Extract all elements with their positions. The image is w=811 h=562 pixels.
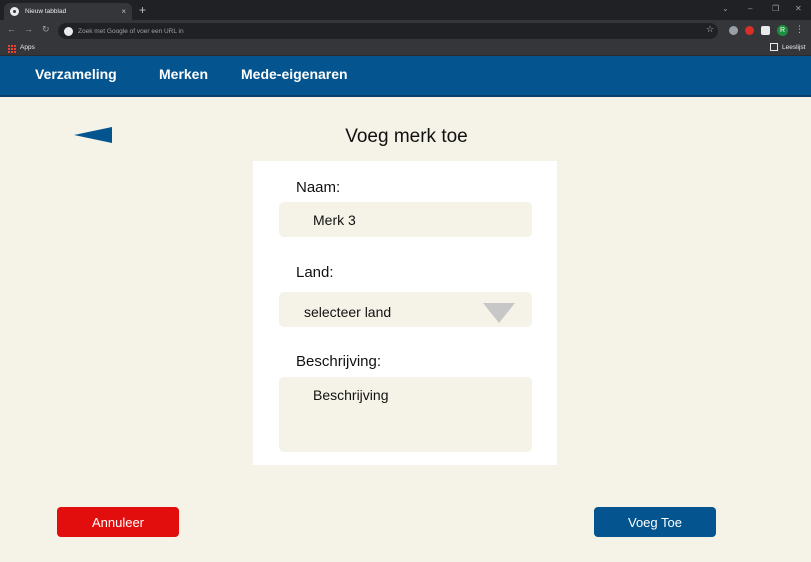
- country-select-value: selecteer land: [304, 304, 392, 320]
- name-input-value: Merk 3: [313, 212, 356, 228]
- name-label: Naam:: [296, 179, 341, 196]
- browser-toolbar: ← → ↻ Zoek met Google of voer een URL in…: [0, 20, 811, 42]
- description-textarea[interactable]: Beschrijving: [279, 377, 532, 452]
- address-bar[interactable]: Zoek met Google of voer een URL in: [58, 23, 718, 39]
- app-navbar: Verzameling Merken Mede-eigenaren: [0, 56, 811, 97]
- name-input[interactable]: Merk 3: [279, 202, 532, 237]
- address-placeholder: Zoek met Google of voer een URL in: [78, 27, 184, 35]
- bookmark-apps[interactable]: Apps: [20, 44, 35, 51]
- nav-item-mede-eigenaren[interactable]: Mede-eigenaren: [241, 66, 348, 82]
- google-icon: [64, 26, 73, 36]
- chrome-icon: [10, 7, 19, 16]
- browser-tab[interactable]: Nieuw tabblad ×: [4, 3, 132, 20]
- extensions-puzzle-icon[interactable]: [761, 26, 770, 35]
- country-label: Land:: [296, 264, 334, 281]
- country-select[interactable]: selecteer land: [279, 292, 532, 327]
- bookmark-star-icon[interactable]: ☆: [706, 24, 714, 35]
- page-title: Voeg merk toe: [345, 126, 468, 147]
- bookmarks-bar: Apps Leeslijst: [0, 42, 811, 56]
- browser-menu-icon[interactable]: ⋮: [795, 24, 804, 35]
- tab-search-icon[interactable]: ⌄: [722, 4, 729, 13]
- close-window-icon[interactable]: ✕: [795, 4, 802, 13]
- restore-icon[interactable]: ❐: [772, 4, 779, 13]
- form-card: Naam: Merk 3 Land: selecteer land Beschr…: [253, 161, 557, 465]
- dropdown-arrow-icon[interactable]: [483, 303, 515, 323]
- extension-shield-icon[interactable]: [729, 26, 738, 35]
- extension-record-icon[interactable]: [745, 26, 754, 35]
- cancel-button[interactable]: Annuleer: [57, 507, 179, 537]
- forward-icon[interactable]: →: [24, 24, 33, 34]
- nav-item-verzameling[interactable]: Verzameling: [35, 66, 117, 82]
- minimize-icon[interactable]: –: [748, 4, 752, 13]
- reading-list-button[interactable]: Leeslijst: [770, 43, 805, 51]
- reading-list-label: Leeslijst: [782, 43, 806, 51]
- apps-grid-icon[interactable]: [8, 45, 16, 53]
- reading-list-icon: [770, 43, 778, 51]
- tab-title: Nieuw tabblad: [25, 8, 67, 15]
- new-tab-button[interactable]: +: [139, 3, 146, 17]
- profile-avatar[interactable]: R: [777, 25, 788, 36]
- back-icon[interactable]: ←: [7, 24, 16, 34]
- description-label: Beschrijving:: [296, 353, 382, 370]
- reload-icon[interactable]: ↻: [42, 24, 50, 35]
- nav-item-merken[interactable]: Merken: [159, 66, 208, 82]
- browser-tabstrip: Nieuw tabblad × + ⌄ – ❐ ✕: [0, 0, 811, 20]
- description-placeholder: Beschrijving: [313, 387, 389, 403]
- tab-close-icon[interactable]: ×: [121, 7, 126, 16]
- add-brand-button[interactable]: Voeg Toe: [594, 507, 716, 537]
